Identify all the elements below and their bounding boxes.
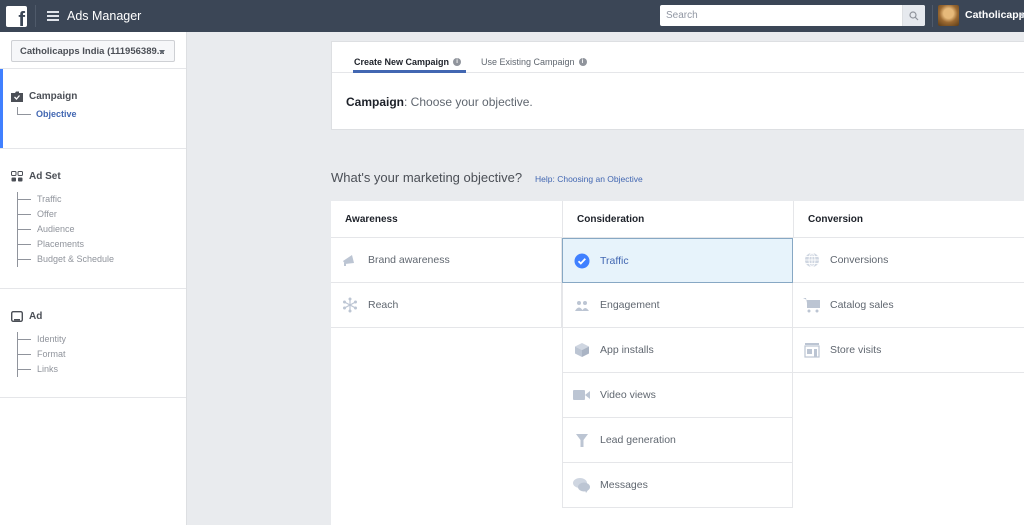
people-icon	[575, 301, 589, 311]
account-selector[interactable]: Catholicapps India (111956389...	[11, 40, 175, 62]
objective-engagement[interactable]: Engagement	[562, 283, 793, 328]
objective-question: What's your marketing objective?	[331, 170, 523, 185]
search-input[interactable]	[660, 5, 902, 26]
sidebar-item-objective[interactable]: Objective	[17, 107, 77, 122]
campaign-icon	[11, 91, 23, 102]
avatar[interactable]	[938, 5, 959, 26]
search-button[interactable]	[902, 5, 925, 26]
sidebar-item-audience[interactable]: Audience	[18, 222, 114, 237]
tab-use-existing-campaign[interactable]: Use Existing Campaign i	[481, 52, 587, 72]
objective-store-visits[interactable]: Store visits	[793, 328, 1024, 373]
column-consideration: Consideration Traffic Engagement App ins…	[562, 201, 793, 508]
adset-tree: Traffic Offer Audience Placements Budget…	[17, 192, 114, 267]
sidebar-item-placements[interactable]: Placements	[18, 237, 114, 252]
reach-icon	[343, 297, 357, 313]
active-indicator	[0, 69, 3, 148]
objective-table: Awareness Brand awareness Reach Consider…	[331, 201, 1024, 525]
tab-create-new-campaign[interactable]: Create New Campaign i	[354, 52, 462, 72]
chat-bubbles-icon	[573, 478, 590, 493]
campaign-card: Create New Campaign i Use Existing Campa…	[331, 41, 1024, 130]
objective-traffic[interactable]: Traffic	[562, 238, 793, 283]
funnel-icon	[576, 434, 588, 447]
sidebar-section-ad: Ad Identity Format Links	[0, 288, 186, 398]
objective-app-installs[interactable]: App installs	[562, 328, 793, 373]
sidebar-title-ad: Ad	[11, 311, 42, 322]
divider	[932, 5, 933, 27]
objective-lead-generation[interactable]: Lead generation	[562, 418, 793, 463]
campaign-tree: Objective	[17, 107, 77, 122]
objective-video-views[interactable]: Video views	[562, 373, 793, 418]
sidebar-title-adset: Ad Set	[11, 171, 61, 182]
globe-icon	[805, 252, 819, 268]
info-icon[interactable]: i	[578, 58, 587, 66]
sidebar: Catholicapps India (111956389... Campaig…	[0, 32, 187, 525]
chevron-down-icon[interactable]	[1020, 14, 1024, 18]
campaign-tabs: Create New Campaign i Use Existing Campa…	[332, 42, 1024, 73]
divider	[35, 5, 36, 27]
column-header: Conversion	[793, 201, 1024, 238]
column-awareness: Awareness Brand awareness Reach	[331, 201, 562, 328]
objective-conversions[interactable]: Conversions	[793, 238, 1024, 283]
sidebar-title-campaign: Campaign	[11, 91, 77, 102]
objective-catalog-sales[interactable]: Catalog sales	[793, 283, 1024, 328]
active-tab-underline	[353, 70, 466, 73]
cart-icon	[803, 298, 820, 313]
box-icon	[575, 343, 589, 357]
megaphone-icon	[343, 255, 354, 266]
sidebar-item-format[interactable]: Format	[18, 347, 66, 362]
sidebar-section-adset: Ad Set Traffic Offer Audience Placements…	[0, 148, 186, 288]
help-link[interactable]: Help: Choosing an Objective	[535, 174, 643, 184]
sidebar-item-links[interactable]: Links	[18, 362, 66, 377]
sidebar-item-identity[interactable]: Identity	[18, 332, 66, 347]
app-title: Ads Manager	[67, 9, 142, 23]
campaign-heading: Campaign: Choose your objective.	[346, 95, 533, 109]
sidebar-item-traffic[interactable]: Traffic	[18, 192, 114, 207]
video-camera-icon	[573, 390, 590, 400]
search-icon	[909, 10, 919, 20]
column-conversion: Conversion Conversions Catalog sales Sto…	[793, 201, 1024, 373]
sidebar-item-offer[interactable]: Offer	[18, 207, 114, 222]
ad-tree: Identity Format Links	[17, 332, 66, 377]
facebook-logo-icon[interactable]: f	[6, 5, 27, 27]
objective-brand-awareness[interactable]: Brand awareness	[331, 238, 562, 283]
account-selector-label: Catholicapps India (111956389...	[20, 45, 165, 57]
sidebar-item-budget-schedule[interactable]: Budget & Schedule	[18, 252, 114, 267]
chevron-down-icon	[159, 50, 165, 54]
store-icon	[804, 343, 820, 358]
sidebar-section-campaign: Campaign Objective	[0, 68, 186, 148]
objective-messages[interactable]: Messages	[562, 463, 793, 508]
objective-reach[interactable]: Reach	[331, 283, 562, 328]
check-circle-icon	[574, 253, 590, 268]
column-header: Consideration	[562, 201, 793, 238]
user-name[interactable]: Catholicapps	[965, 9, 1024, 21]
menu-icon[interactable]	[47, 11, 59, 21]
info-icon[interactable]: i	[453, 58, 462, 66]
adset-grid-icon	[11, 171, 23, 182]
search-box	[660, 5, 925, 26]
column-header: Awareness	[331, 201, 562, 238]
ad-monitor-icon	[11, 311, 23, 322]
